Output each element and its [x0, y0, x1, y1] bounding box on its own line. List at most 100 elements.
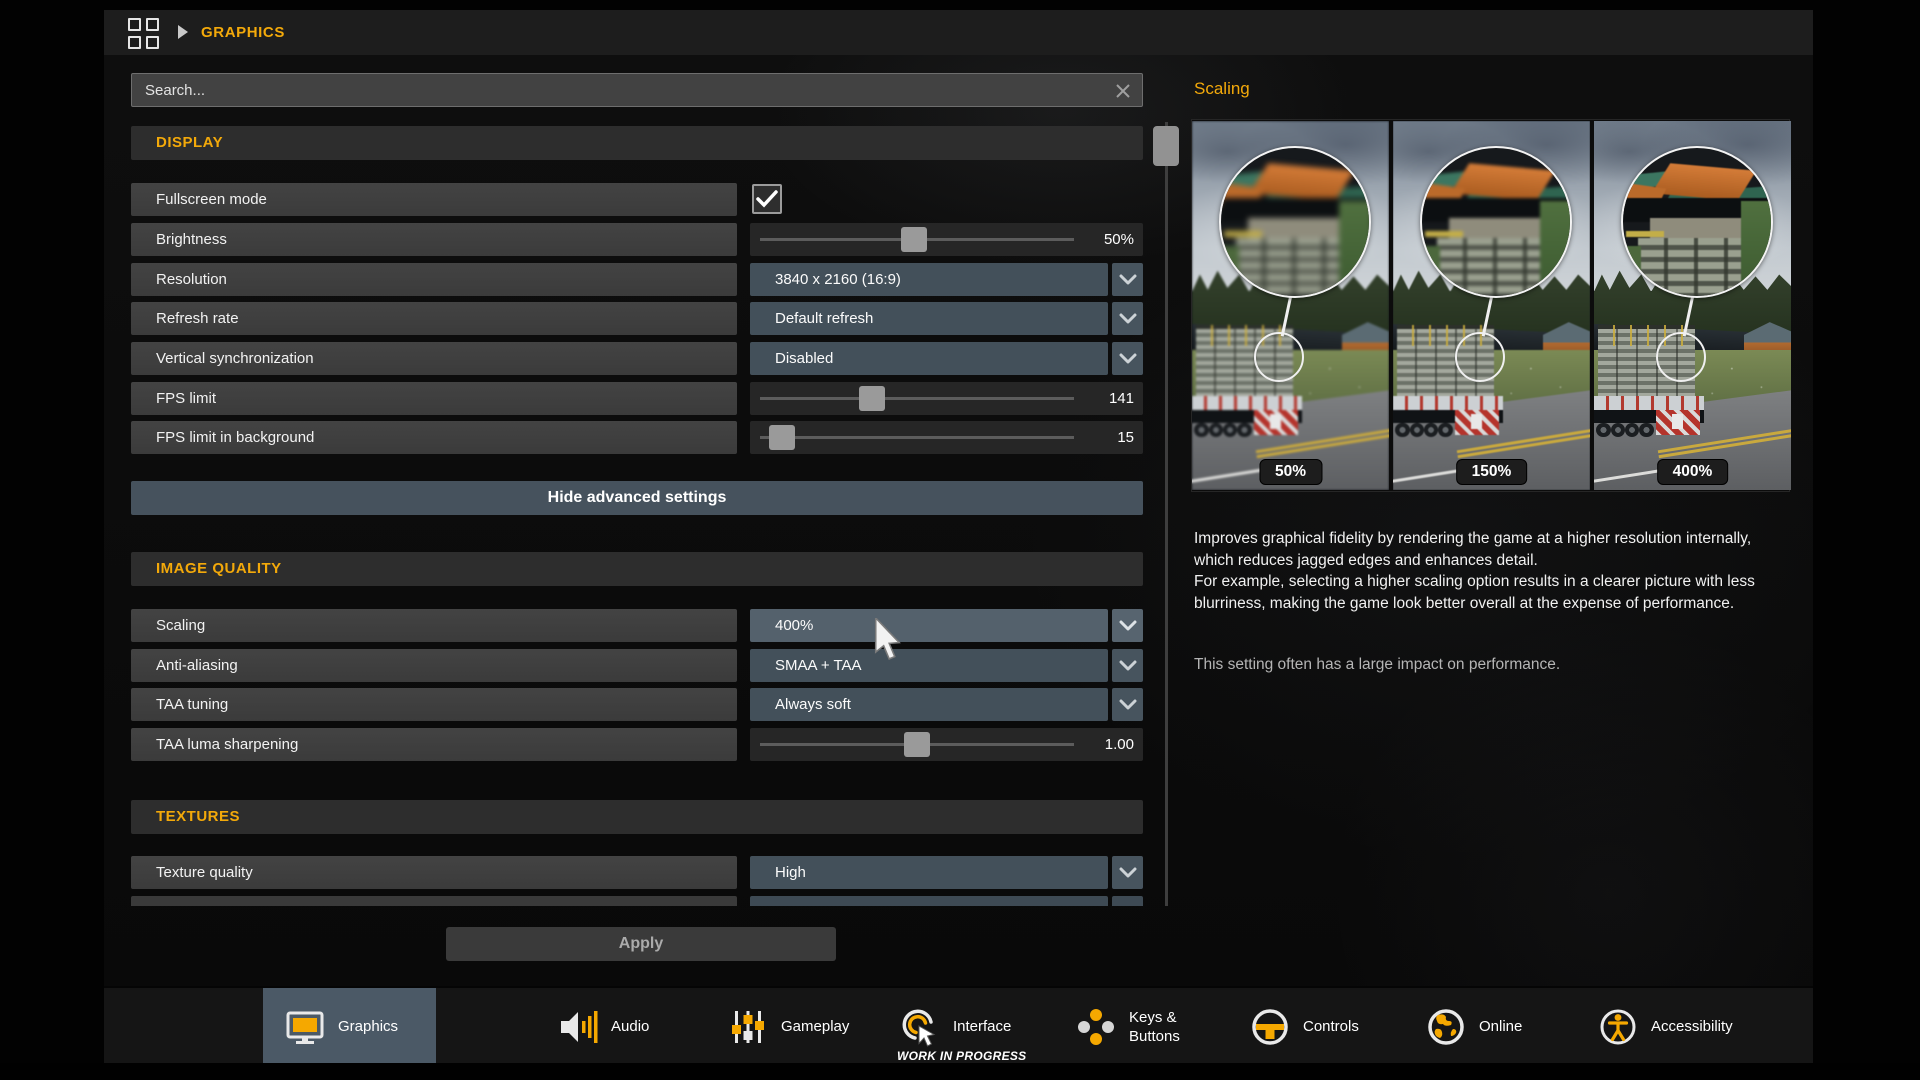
fullscreen-checkbox[interactable]: [752, 184, 782, 214]
chevron-down-icon: [1119, 353, 1137, 364]
texture-quality-value: High: [775, 864, 806, 881]
breadcrumb-chevron-icon: [178, 25, 188, 39]
dpad-buttons-icon: [1076, 1007, 1116, 1047]
scaling-value: 400%: [775, 617, 813, 634]
mouse-cursor: [874, 618, 906, 664]
sliders-icon: [728, 1007, 768, 1047]
brightness-slider: 50%: [750, 223, 1143, 256]
chevron-down-icon: [1119, 699, 1137, 710]
search-clear-icon[interactable]: [1114, 82, 1132, 100]
scene: 150%: [1393, 121, 1590, 490]
clipped-row-dropdown: [750, 896, 1108, 906]
magnifier-circle: [1420, 146, 1572, 298]
fps-limit-value: 141: [1109, 382, 1134, 415]
accessibility-icon: [1598, 1007, 1638, 1047]
tab-label: Online: [1479, 1017, 1522, 1036]
tab-label: Keys & Buttons: [1129, 1008, 1201, 1046]
tab-label: Accessibility: [1651, 1017, 1733, 1036]
preview-label-badge: 150%: [1456, 459, 1528, 485]
scene: 50%: [1192, 121, 1389, 490]
scaling-preview-image: 50%: [1191, 119, 1790, 492]
steering-wheel-icon: [1250, 1007, 1290, 1047]
taa-tuning-dropdown[interactable]: Always soft: [750, 688, 1108, 721]
globe-icon: [1426, 1007, 1466, 1047]
speaker-icon: [558, 1007, 598, 1047]
slider-handle[interactable]: [901, 227, 927, 252]
resolution-value: 3840 x 2160 (16:9): [775, 271, 901, 288]
tab-keys-buttons[interactable]: Keys & Buttons: [1076, 988, 1201, 1065]
apply-button[interactable]: Apply: [446, 927, 836, 961]
info-panel-title: Scaling: [1194, 79, 1250, 99]
magnifier-circle: [1621, 146, 1773, 298]
setting-label-scaling: Scaling: [131, 609, 737, 642]
setting-label-taa-tuning: TAA tuning: [131, 688, 737, 721]
setting-label-resolution: Resolution: [131, 263, 737, 296]
tab-online[interactable]: Online: [1426, 988, 1522, 1065]
setting-label-taa-luma-sharpening: TAA luma sharpening: [131, 728, 737, 761]
hide-advanced-settings-button[interactable]: Hide advanced settings: [131, 481, 1143, 515]
texture-quality-dropdown-button[interactable]: [1112, 856, 1143, 889]
chevron-down-icon: [1119, 867, 1137, 878]
magnifier-circle: [1219, 146, 1371, 298]
section-header-textures: TEXTURES: [131, 800, 1143, 834]
tab-controls[interactable]: Controls: [1250, 988, 1359, 1065]
bottom-nav-bar: Graphics Audio Gameplay: [104, 986, 1813, 1063]
tab-gameplay[interactable]: Gameplay: [728, 988, 849, 1065]
vsync-dropdown[interactable]: Disabled: [750, 342, 1108, 375]
breadcrumb: GRAPHICS: [201, 24, 285, 41]
scrollbar-track[interactable]: [1165, 122, 1168, 906]
resolution-dropdown-button[interactable]: [1112, 263, 1143, 296]
menu-grid-icon[interactable]: [128, 18, 159, 49]
check-icon: [756, 190, 778, 208]
setting-label-refresh-rate: Refresh rate: [131, 302, 737, 335]
scene: 400%: [1594, 121, 1791, 490]
fps-limit-slider: 141: [750, 382, 1143, 415]
scrollbar-thumb[interactable]: [1153, 126, 1179, 166]
chevron-down-icon: [1119, 313, 1137, 324]
work-in-progress-badge: WORK IN PROGRESS: [897, 1049, 1026, 1063]
tab-label: Controls: [1303, 1017, 1359, 1036]
anti-aliasing-dropdown[interactable]: SMAA + TAA: [750, 649, 1108, 682]
chevron-down-icon: [1119, 660, 1137, 671]
tab-graphics[interactable]: Graphics: [285, 988, 398, 1065]
texture-quality-dropdown[interactable]: High: [750, 856, 1108, 889]
preview-panel-400: 400%: [1594, 121, 1791, 490]
refresh-rate-value: Default refresh: [775, 310, 873, 327]
refresh-rate-dropdown-button[interactable]: [1112, 302, 1143, 335]
taa-luma-sharpening-value: 1.00: [1105, 728, 1134, 761]
brightness-value: 50%: [1104, 223, 1134, 256]
slider-track[interactable]: [760, 397, 1074, 400]
scaling-dropdown[interactable]: 400%: [750, 609, 1108, 642]
tab-accessibility[interactable]: Accessibility: [1598, 988, 1733, 1065]
header-bar: GRAPHICS: [104, 10, 1813, 55]
detail-circle: [1455, 332, 1505, 382]
clipped-row-dropdown-button: [1112, 896, 1143, 906]
anti-aliasing-dropdown-button[interactable]: [1112, 649, 1143, 682]
monitor-icon: [285, 1007, 325, 1047]
anti-aliasing-value: SMAA + TAA: [775, 657, 862, 674]
tab-label: Gameplay: [781, 1017, 849, 1036]
cursor-click-icon: [900, 1007, 940, 1047]
setting-label-vsync: Vertical synchronization: [131, 342, 737, 375]
detail-circle: [1254, 332, 1304, 382]
slider-handle[interactable]: [769, 425, 795, 450]
bottom-strip: [0, 1063, 1920, 1080]
taa-tuning-dropdown-button[interactable]: [1112, 688, 1143, 721]
slider-track[interactable]: [760, 436, 1074, 439]
taa-tuning-value: Always soft: [775, 696, 851, 713]
vsync-dropdown-button[interactable]: [1112, 342, 1143, 375]
tab-audio[interactable]: Audio: [558, 988, 649, 1065]
refresh-rate-dropdown[interactable]: Default refresh: [750, 302, 1108, 335]
setting-label-texture-quality: Texture quality: [131, 856, 737, 889]
preview-panel-150: 150%: [1393, 121, 1590, 490]
slider-handle[interactable]: [904, 732, 930, 757]
scaling-dropdown-button[interactable]: [1112, 609, 1143, 642]
slider-handle[interactable]: [859, 386, 885, 411]
description-paragraph: For example, selecting a higher scaling …: [1194, 571, 1786, 614]
tab-label: Interface: [953, 1017, 1011, 1036]
taa-luma-sharpening-slider: 1.00: [750, 728, 1143, 761]
search-input[interactable]: [132, 74, 1142, 106]
chevron-down-icon: [1119, 620, 1137, 631]
resolution-dropdown[interactable]: 3840 x 2160 (16:9): [750, 263, 1108, 296]
search-box[interactable]: [131, 73, 1143, 107]
